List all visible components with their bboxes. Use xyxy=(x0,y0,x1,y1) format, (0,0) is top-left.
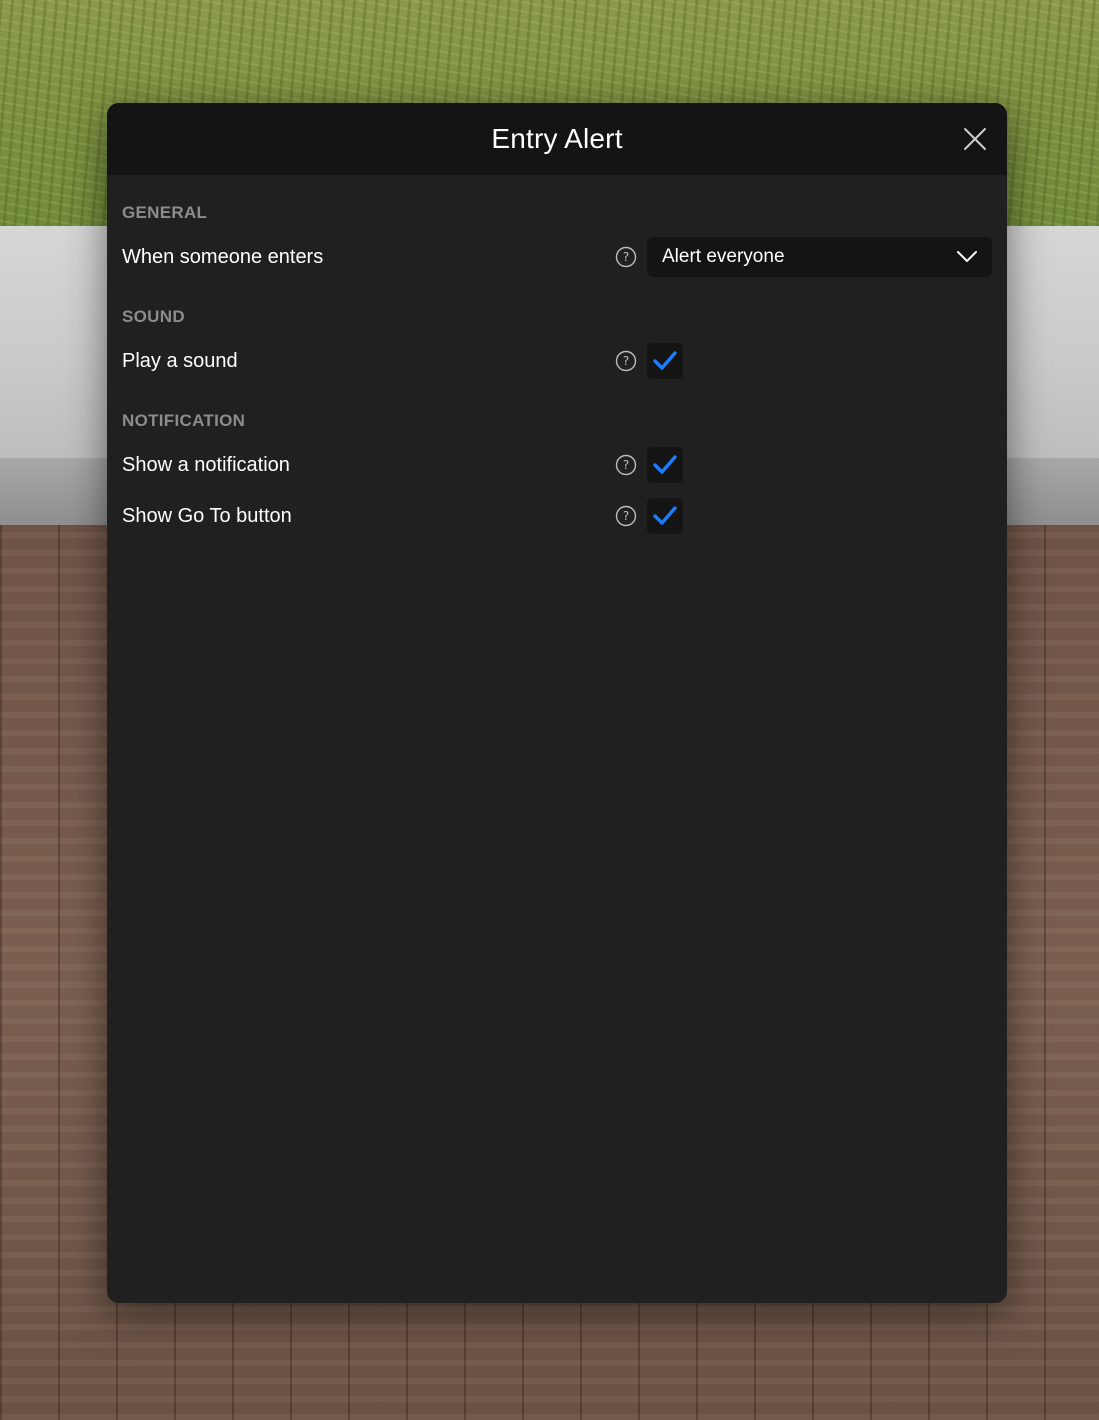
section-heading-sound: SOUND xyxy=(122,307,185,326)
section-heading-general: GENERAL xyxy=(122,203,208,222)
checkbox-slot xyxy=(647,341,992,381)
show-notification-checkbox[interactable] xyxy=(647,447,683,483)
show-goto-label: Show Go To button xyxy=(122,504,292,527)
dialog-title: Entry Alert xyxy=(491,123,623,154)
dropdown-selected-value: Alert everyone xyxy=(662,246,785,267)
section-notification: NOTIFICATION Show a notification ? Show … xyxy=(122,411,992,536)
help-icon[interactable]: ? xyxy=(615,350,637,372)
section-sound: SOUND Play a sound ? xyxy=(122,307,992,381)
entry-setting-label: When someone enters xyxy=(122,245,324,268)
checkmark-icon xyxy=(653,506,677,525)
dialog-body: GENERAL When someone enters ? Alert ever… xyxy=(107,175,1007,536)
entry-setting-row: When someone enters ? Alert everyone xyxy=(122,237,992,277)
show-notification-row: Show a notification ? xyxy=(122,445,992,485)
section-general: GENERAL When someone enters ? Alert ever… xyxy=(122,203,992,277)
close-icon[interactable] xyxy=(961,125,989,153)
play-sound-row: Play a sound ? xyxy=(122,341,992,381)
help-icon[interactable]: ? xyxy=(615,246,637,268)
play-sound-label: Play a sound xyxy=(122,349,238,372)
help-icon[interactable]: ? xyxy=(615,505,637,527)
section-heading-notification: NOTIFICATION xyxy=(122,411,246,430)
help-icon[interactable]: ? xyxy=(615,454,637,476)
chevron-down-icon xyxy=(957,251,977,262)
svg-text:?: ? xyxy=(623,250,629,264)
dialog-header: Entry Alert xyxy=(107,103,1007,175)
entry-alert-dropdown[interactable]: Alert everyone xyxy=(647,237,992,277)
show-goto-checkbox[interactable] xyxy=(647,498,683,534)
checkmark-icon xyxy=(653,351,677,370)
checkbox-slot xyxy=(647,496,992,536)
checkbox-slot xyxy=(647,445,992,485)
entry-alert-dialog: Entry Alert GENERAL When someone enters … xyxy=(107,103,1007,1303)
svg-text:?: ? xyxy=(623,354,629,368)
svg-text:?: ? xyxy=(623,509,629,523)
show-notification-label: Show a notification xyxy=(122,453,290,476)
show-goto-row: Show Go To button ? xyxy=(122,496,992,536)
svg-text:?: ? xyxy=(623,458,629,472)
play-sound-checkbox[interactable] xyxy=(647,343,683,379)
checkmark-icon xyxy=(653,455,677,474)
